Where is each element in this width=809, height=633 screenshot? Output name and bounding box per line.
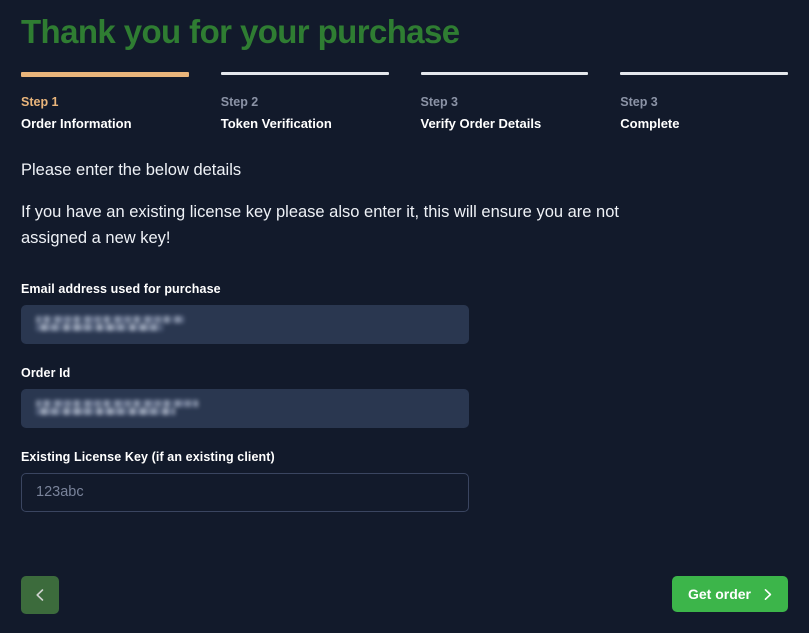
step-number: Step 3: [420, 94, 459, 109]
step-label: Order Information: [21, 115, 132, 131]
checkout-page: Thank you for your purchase Step 1 Order…: [0, 0, 809, 633]
order-form: Email address used for purchase Order Id…: [21, 282, 788, 512]
step-progress-bar: [21, 71, 189, 77]
stepper-step-4[interactable]: Step 3 Complete: [620, 71, 788, 133]
intro-note: If you have an existing license key plea…: [21, 202, 619, 248]
stepper-step-3[interactable]: Step 3 Verify Order Details: [420, 71, 589, 133]
email-input[interactable]: [21, 304, 469, 344]
step-number: Step 3: [620, 94, 658, 109]
progress-stepper: Step 1 Order Information Step 2 Token Ve…: [21, 71, 788, 133]
step-label: Token Verification: [220, 115, 332, 131]
order-id-value-redacted: [36, 400, 198, 416]
intro-lead: Please enter the below details: [21, 160, 242, 179]
page-title: Thank you for your purchase: [21, 13, 460, 50]
get-order-label: Get order: [687, 586, 751, 602]
step-label: Verify Order Details: [420, 115, 542, 131]
field-order-id: Order Id: [21, 366, 788, 428]
intro-text: Please enter the below details If you ha…: [21, 159, 788, 252]
step-number: Step 2: [220, 94, 259, 109]
order-id-input[interactable]: [21, 388, 469, 428]
email-value-redacted: [36, 316, 184, 332]
order-id-label: Order Id: [21, 365, 71, 380]
license-key-label: Existing License Key (if an existing cli…: [21, 449, 275, 464]
back-button[interactable]: [21, 576, 59, 614]
get-order-button[interactable]: Get order: [671, 576, 788, 612]
step-progress-bar: [620, 71, 788, 75]
stepper-step-2[interactable]: Step 2 Token Verification: [220, 71, 389, 133]
step-label: Complete: [620, 115, 680, 131]
field-license-key: Existing License Key (if an existing cli…: [21, 450, 788, 512]
license-key-placeholder: 123abc: [36, 483, 84, 500]
step-progress-bar: [420, 71, 589, 75]
chevron-left-icon: [32, 587, 48, 603]
stepper-step-1[interactable]: Step 1 Order Information: [21, 71, 189, 133]
chevron-right-icon: [760, 587, 775, 602]
step-progress-bar: [220, 71, 389, 75]
email-label: Email address used for purchase: [21, 281, 221, 296]
step-number: Step 1: [21, 94, 59, 109]
license-key-input[interactable]: 123abc: [21, 472, 469, 512]
field-email: Email address used for purchase: [21, 282, 788, 344]
form-actions: Get order: [21, 576, 788, 614]
